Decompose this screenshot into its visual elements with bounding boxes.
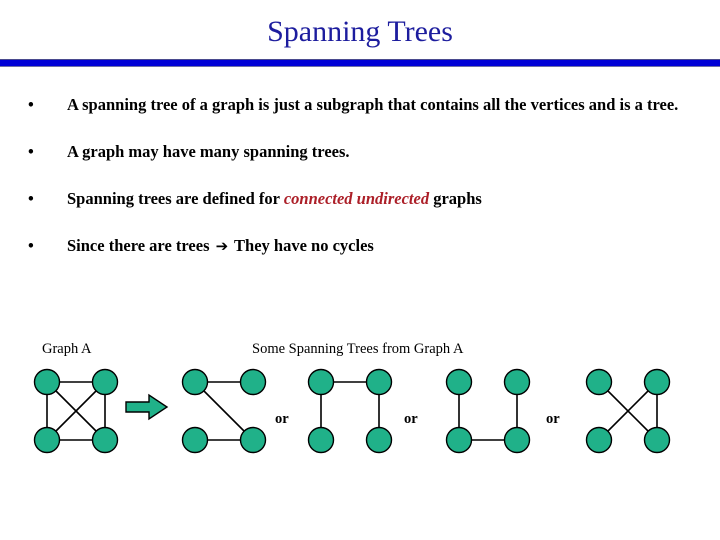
graph-node [181, 368, 209, 396]
emphasis-connected-undirected: connected undirected [283, 189, 430, 208]
graph-node [585, 368, 613, 396]
graph-node [307, 426, 335, 454]
bullet-marker: • [28, 142, 34, 161]
graph-node [365, 368, 393, 396]
graph-node [503, 368, 531, 396]
bullet-text-post: graphs [429, 189, 482, 208]
graph-node [33, 426, 61, 454]
graph-node [365, 426, 393, 454]
title-divider [0, 59, 720, 67]
graph-node [33, 368, 61, 396]
bullet-text-post: They have no cycles [230, 236, 374, 255]
spanning-tree-3-diagram [445, 368, 531, 454]
graph-node [643, 426, 671, 454]
graph-node [181, 426, 209, 454]
graph-node [91, 368, 119, 396]
graph-node [643, 368, 671, 396]
list-item: • Spanning trees are defined for connect… [0, 186, 720, 211]
spanning-tree-4-diagram [585, 368, 671, 454]
separator-or-3: or [546, 411, 560, 427]
page-title: Spanning Trees [267, 15, 453, 48]
bullet-list: • A spanning tree of a graph is just a s… [0, 92, 720, 281]
graph-node [91, 426, 119, 454]
spanning-tree-2-diagram [307, 368, 393, 454]
transition-arrow-icon [125, 393, 169, 421]
bullet-marker: • [28, 236, 34, 255]
bullet-marker: • [28, 189, 34, 208]
graph-node [239, 426, 267, 454]
figure-area: Graph A Some Spanning Trees from Graph A… [0, 330, 720, 490]
separator-or-2: or [404, 411, 418, 427]
bullet-text: A spanning tree of a graph is just a sub… [67, 95, 679, 114]
list-item: • Since there are trees ➔ They have no c… [0, 233, 720, 259]
graph-node [445, 368, 473, 396]
list-item: • A graph may have many spanning trees. [0, 139, 720, 164]
separator-or-1: or [275, 411, 289, 427]
graph-a-diagram [33, 368, 119, 454]
caption-graph-a: Graph A [42, 341, 92, 357]
spanning-tree-1-diagram [181, 368, 267, 454]
bullet-text: A graph may have many spanning trees. [67, 142, 350, 161]
graph-node [503, 426, 531, 454]
caption-spanning-trees: Some Spanning Trees from Graph A [252, 341, 464, 357]
graph-node [585, 426, 613, 454]
graph-node [445, 426, 473, 454]
bullet-text-pre: Since there are trees [67, 236, 214, 255]
bullet-text-pre: Spanning trees are defined for [67, 189, 284, 208]
graph-node [307, 368, 335, 396]
right-arrow-icon: ➔ [215, 237, 229, 255]
list-item: • A spanning tree of a graph is just a s… [0, 92, 720, 117]
bullet-marker: • [28, 95, 34, 114]
graph-node [239, 368, 267, 396]
